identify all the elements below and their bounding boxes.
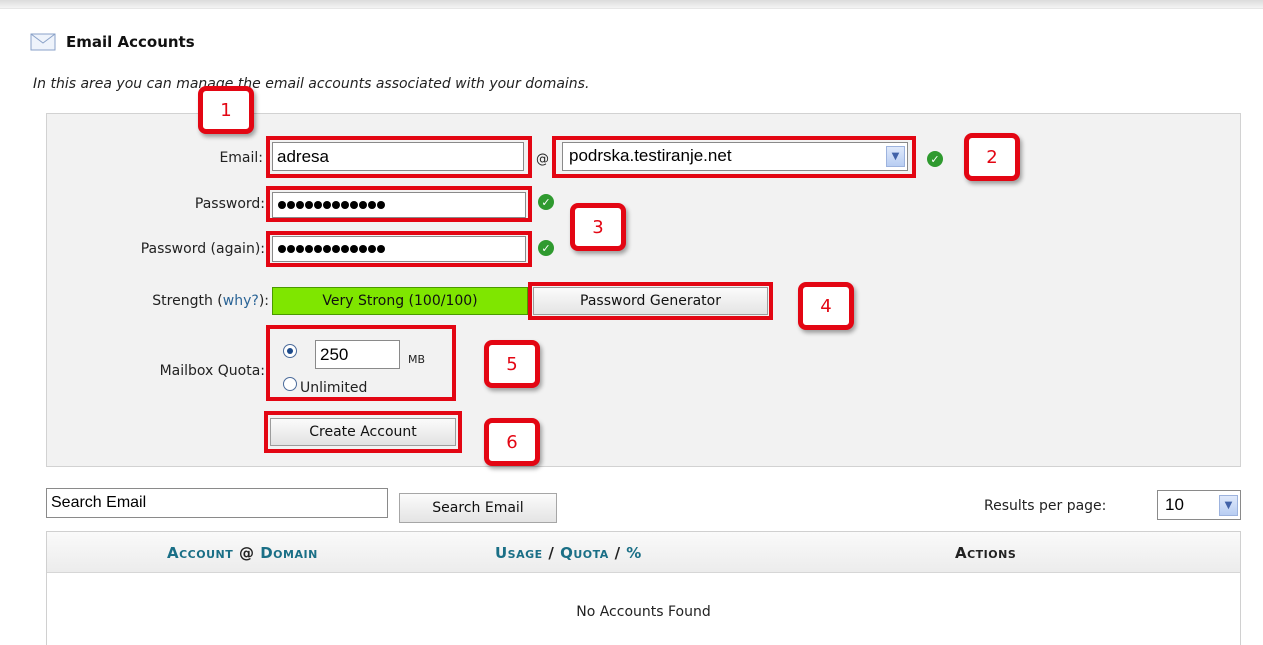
highlight-password-again: [266, 231, 532, 267]
page-intro: In this area you can manage the email ac…: [33, 76, 590, 92]
annotation-badge-3: 3: [570, 203, 626, 251]
page-title: Email Accounts: [66, 33, 195, 51]
empty-message: No Accounts Found: [576, 604, 711, 620]
strength-label-prefix: Strength (: [152, 293, 223, 309]
column-slash-1: /: [548, 544, 555, 562]
top-bar: [0, 0, 1263, 9]
search-button[interactable]: Search Email: [399, 493, 557, 523]
column-at: @: [238, 544, 255, 562]
sort-percent-link[interactable]: %: [626, 544, 642, 562]
at-sign: @: [536, 152, 549, 167]
highlight-password: [266, 186, 532, 222]
sort-quota-link[interactable]: Quota: [560, 544, 609, 562]
annotation-badge-1: 1: [198, 86, 254, 134]
sort-usage-link[interactable]: Usage: [495, 544, 543, 562]
highlight-password-generator: [528, 282, 773, 320]
highlight-email: [266, 136, 532, 178]
sort-account-link[interactable]: Account: [167, 544, 233, 562]
annotation-badge-4: 4: [798, 282, 854, 330]
column-actions: Actions: [955, 544, 1017, 562]
strength-label-suffix: ):: [258, 293, 269, 309]
strength-label: Strength (why?):: [152, 293, 269, 309]
search-input[interactable]: [46, 488, 388, 518]
highlight-domain: [552, 136, 916, 178]
envelope-icon: [30, 33, 56, 51]
highlight-quota: [266, 325, 456, 401]
check-icon: ✓: [927, 151, 943, 167]
table-header: Account @ Domain Usage / Quota / % Actio…: [47, 532, 1240, 573]
password-again-label: Password (again):: [140, 241, 265, 257]
highlight-create: [264, 411, 462, 453]
mailbox-quota-label: Mailbox Quota:: [159, 363, 265, 379]
strength-meter: Very Strong (100/100): [272, 287, 528, 315]
annotation-badge-2: 2: [964, 133, 1020, 181]
sort-domain-link[interactable]: Domain: [260, 544, 318, 562]
password-label: Password:: [194, 196, 265, 212]
check-icon: ✓: [538, 194, 554, 210]
annotation-badge-5: 5: [484, 340, 540, 388]
results-per-page-select[interactable]: 10 ▼: [1157, 490, 1241, 520]
annotation-badge-6: 6: [484, 418, 540, 466]
column-account-domain: Account @ Domain: [167, 544, 318, 562]
results-per-page-value: 10: [1165, 495, 1184, 514]
chevron-down-icon[interactable]: ▼: [1219, 495, 1238, 516]
check-icon: ✓: [538, 240, 554, 256]
results-per-page-label: Results per page:: [984, 498, 1107, 514]
column-usage-quota: Usage / Quota / %: [495, 544, 642, 562]
accounts-table: Account @ Domain Usage / Quota / % Actio…: [46, 531, 1241, 645]
page-heading: Email Accounts: [30, 33, 195, 51]
column-slash-2: /: [614, 544, 621, 562]
email-label: Email:: [219, 150, 263, 166]
strength-why-link[interactable]: why?: [223, 293, 259, 309]
